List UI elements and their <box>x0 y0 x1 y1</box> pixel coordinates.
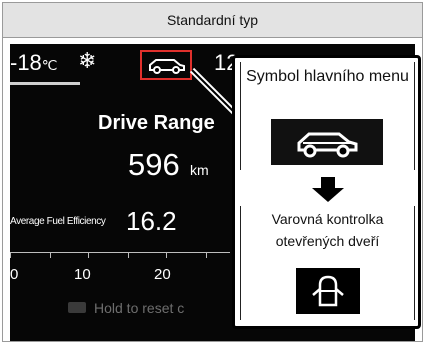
car-door-open-icon <box>312 275 344 307</box>
main-menu-label: Symbol hlavního menu <box>246 68 409 85</box>
main-menu-icon-box <box>271 119 383 165</box>
main-menu-box: Symbol hlavního menu <box>240 62 415 170</box>
door-warning-box: Varovná kontrolka otevřených dveří <box>240 206 415 320</box>
door-warning-label: Varovná kontrolka otevřených dveří <box>271 211 384 249</box>
callout-panel: Symbol hlavního menu Varovná kontrolka o… <box>232 55 421 329</box>
arrow-down-icon <box>312 177 344 202</box>
car-side-icon <box>297 132 358 158</box>
door-warning-icon-box <box>296 268 360 314</box>
